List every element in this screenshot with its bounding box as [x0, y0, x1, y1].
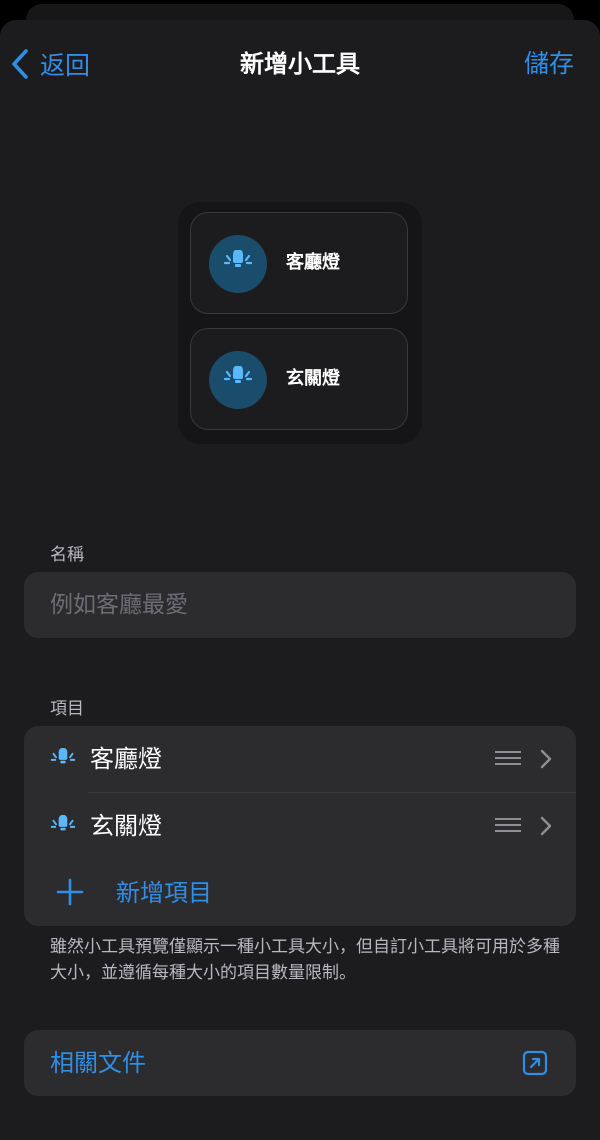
light-bulb-icon — [223, 365, 253, 394]
items-footnote: 雖然小工具預覽僅顯示一種小工具大小，但自訂小工具將可用於多種大小，並遵循每種大小… — [50, 937, 560, 983]
name-section-header: 名稱 — [50, 545, 84, 565]
list-item[interactable]: 玄關燈 — [24, 793, 576, 859]
widget-tile: 客廳燈 — [190, 212, 408, 314]
chevron-right-icon — [540, 816, 552, 840]
items-list: 客廳燈 玄關燈 新增項目 — [24, 726, 576, 926]
item-label: 玄關燈 — [90, 812, 162, 840]
add-item-label: 新增項目 — [116, 879, 212, 907]
nav-bar: 返回 新增小工具 儲存 — [0, 20, 600, 106]
widget-tile: 玄關燈 — [190, 328, 408, 430]
tile-icon-circle — [209, 351, 267, 409]
related-docs-button[interactable]: 相關文件 — [24, 1030, 576, 1096]
tile-label: 玄關燈 — [286, 368, 340, 389]
light-bulb-icon — [50, 814, 76, 841]
tile-icon-circle — [209, 235, 267, 293]
page-title: 新增小工具 — [240, 50, 360, 78]
plus-icon — [56, 878, 84, 910]
tile-label: 客廳燈 — [286, 252, 340, 273]
name-input[interactable] — [24, 572, 576, 638]
widget-preview: 客廳燈 玄關燈 — [178, 202, 422, 444]
light-bulb-icon — [223, 249, 253, 278]
related-docs-label: 相關文件 — [50, 1049, 146, 1077]
drag-handle-icon[interactable] — [494, 750, 522, 770]
chevron-right-icon — [540, 749, 552, 773]
list-item[interactable]: 客廳燈 — [24, 726, 576, 792]
add-item-button[interactable]: 新增項目 — [24, 860, 576, 926]
item-label: 客廳燈 — [90, 745, 162, 773]
items-section-header: 項目 — [50, 699, 84, 719]
external-link-icon — [522, 1050, 548, 1080]
light-bulb-icon — [50, 747, 76, 774]
drag-handle-icon[interactable] — [494, 817, 522, 837]
save-button[interactable]: 儲存 — [524, 46, 574, 82]
